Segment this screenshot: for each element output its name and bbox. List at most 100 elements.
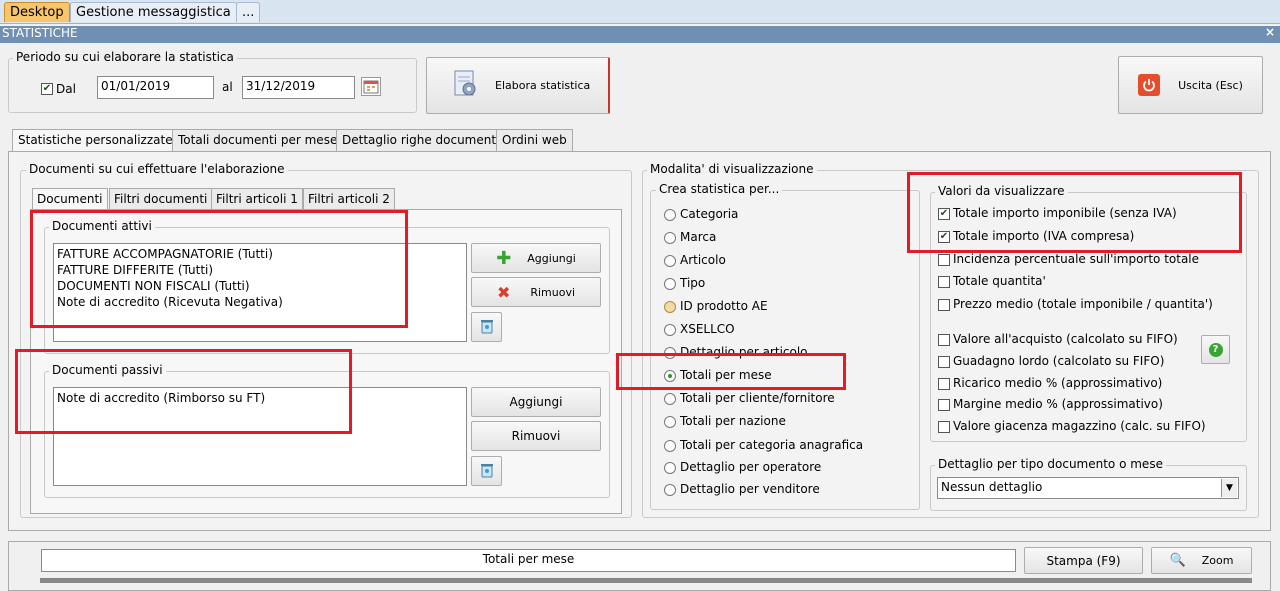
zoom-button[interactable]: 🔍 Zoom <box>1151 547 1252 574</box>
radio-label: Totali per categoria anagrafica <box>680 438 864 452</box>
main-tabs: Statistiche personalizzate Totali docume… <box>10 129 1272 153</box>
al-label: al <box>222 80 233 94</box>
calendar-icon[interactable] <box>361 77 381 96</box>
documenti-attivi-list[interactable]: FATTURE ACCOMPAGNATORIE (Tutti) FATTURE … <box>53 243 467 342</box>
dal-checkbox[interactable]: ✔ <box>41 83 53 95</box>
subtab-documenti[interactable]: Documenti <box>32 188 108 210</box>
checkbox-margine-medio[interactable] <box>938 399 950 411</box>
radio-label: Totali per cliente/fornitore <box>680 391 835 405</box>
subtab-filtri-documenti[interactable]: Filtri documenti <box>109 188 213 210</box>
checkbox-label: Totale importo (IVA compresa) <box>953 229 1135 243</box>
radio-label: Dettaglio per articolo <box>680 345 808 359</box>
checkbox-valore-acquisto[interactable] <box>938 334 950 346</box>
checkbox-label: Margine medio % (approssimativo) <box>953 397 1163 411</box>
attivi-trash-button[interactable] <box>471 312 502 342</box>
radio-label: ID prodotto AE <box>680 299 768 313</box>
modalita-legend: Modalita' di visualizzazione <box>647 162 817 176</box>
zoom-label: Zoom <box>1201 554 1234 567</box>
question-icon: ? <box>1208 342 1223 357</box>
window-title: STATISTICHE <box>2 26 78 40</box>
top-tab-bar: Desktop Gestione messaggistica ... <box>0 0 1280 24</box>
checkbox-label: Valore giacenza magazzino (calc. su FIFO… <box>953 419 1206 433</box>
radio-totali-per-nazione[interactable] <box>664 416 676 428</box>
uscita-label: Uscita (Esc) <box>1178 78 1243 92</box>
checkbox-incidenza-percentuale[interactable] <box>938 254 950 266</box>
attivi-aggiungi-button[interactable]: ✚ Aggiungi <box>471 243 601 273</box>
tab-statistiche-personalizzate[interactable]: Statistiche personalizzate <box>12 129 179 151</box>
stampa-label: Stampa (F9) <box>1046 553 1121 568</box>
radio-dettaglio-per-operatore[interactable] <box>664 462 676 474</box>
tab-dettaglio-righe-documenti[interactable]: Dettaglio righe documenti <box>336 129 506 151</box>
list-item[interactable]: Note di accredito (Ricevuta Negativa) <box>57 294 463 310</box>
radio-totali-per-cliente-fornitore[interactable] <box>664 393 676 405</box>
passivi-rimuovi-button[interactable]: Rimuovi <box>471 421 601 451</box>
radio-label: Totali per nazione <box>680 414 786 428</box>
x-icon: ✖ <box>496 282 511 302</box>
gear-document-icon <box>449 69 481 102</box>
stampa-button[interactable]: Stampa (F9) <box>1024 547 1143 574</box>
subtab-filtri-articoli-2[interactable]: Filtri articoli 2 <box>303 188 395 210</box>
radio-totali-per-categoria-anagrafica[interactable] <box>664 440 676 452</box>
attivi-aggiungi-label: Aggiungi <box>527 251 576 265</box>
radio-label: Marca <box>680 230 717 244</box>
help-button[interactable]: ? <box>1201 335 1230 364</box>
checkbox-ricarico-medio[interactable] <box>938 378 950 390</box>
radio-xsellco[interactable] <box>664 324 676 336</box>
uscita-button[interactable]: Uscita (Esc) <box>1118 56 1263 114</box>
radio-id-prodotto-ae[interactable] <box>664 301 676 313</box>
magnifier-icon: 🔍 <box>1169 553 1186 568</box>
dettaglio-select-value: Nessun dettaglio <box>941 480 1043 494</box>
radio-label: Dettaglio per operatore <box>680 460 822 474</box>
al-date-input[interactable]: 31/12/2019 <box>242 76 355 99</box>
documenti-passivi-legend: Documenti passivi <box>49 363 166 377</box>
tab-totali-documenti-per-mese[interactable]: Totali documenti per mese <box>172 129 344 151</box>
radio-label: Articolo <box>680 253 726 267</box>
dettaglio-select[interactable]: Nessun dettaglio ▼ <box>937 477 1239 499</box>
tab-more[interactable]: ... <box>236 2 261 22</box>
checkbox-label: Totale quantita' <box>953 274 1046 288</box>
checkbox-valore-giacenza[interactable] <box>938 421 950 433</box>
close-icon[interactable]: × <box>1265 25 1275 39</box>
list-item[interactable]: DOCUMENTI NON FISCALI (Tutti) <box>57 278 463 294</box>
checkbox-label: Guadagno lordo (calcolato su FIFO) <box>953 354 1165 368</box>
radio-totali-per-mese[interactable] <box>664 370 676 382</box>
checkbox-totale-imponibile[interactable]: ✔ <box>938 208 950 220</box>
checkbox-guadagno-lordo[interactable] <box>938 356 950 368</box>
tab-ordini-web[interactable]: Ordini web <box>496 129 573 151</box>
passivi-trash-button[interactable] <box>471 456 502 486</box>
radio-label: Tipo <box>680 276 706 290</box>
radio-marca[interactable] <box>664 232 676 244</box>
documenti-attivi-legend: Documenti attivi <box>49 219 155 233</box>
subtab-filtri-articoli-1[interactable]: Filtri articoli 1 <box>211 188 303 210</box>
docs-legend: Documenti su cui effettuare l'elaborazio… <box>26 162 288 176</box>
checkbox-totale-iva-compresa[interactable]: ✔ <box>938 231 950 243</box>
list-item[interactable]: FATTURE ACCOMPAGNATORIE (Tutti) <box>57 246 463 262</box>
radio-tipo[interactable] <box>664 278 676 290</box>
radio-dettaglio-per-venditore[interactable] <box>664 484 676 496</box>
tab-desktop[interactable]: Desktop <box>4 2 70 22</box>
dal-label: Dal <box>56 82 76 96</box>
checkbox-label: Prezzo medio (totale imponibile / quanti… <box>953 297 1213 311</box>
tab-gestione-messaggistica[interactable]: Gestione messaggistica <box>70 2 237 22</box>
dal-date-input[interactable]: 01/01/2019 <box>97 76 214 99</box>
passivi-rimuovi-label: Rimuovi <box>511 429 561 443</box>
passivi-aggiungi-button[interactable]: Aggiungi <box>471 387 601 417</box>
chevron-down-icon[interactable]: ▼ <box>1221 479 1237 497</box>
plus-icon: ✚ <box>496 247 512 269</box>
elabora-statistica-button[interactable]: Elabora statistica <box>426 57 610 114</box>
radio-dettaglio-per-articolo[interactable] <box>664 347 676 359</box>
documenti-passivi-list[interactable]: Note di accredito (Rimborso su FT) <box>53 387 467 486</box>
list-item[interactable]: Note di accredito (Rimborso su FT) <box>57 390 463 406</box>
checkbox-label: Incidenza percentuale sull'importo total… <box>953 252 1200 266</box>
radio-label: Totali per mese <box>680 368 772 382</box>
list-item[interactable]: FATTURE DIFFERITE (Tutti) <box>57 262 463 278</box>
checkbox-prezzo-medio[interactable] <box>938 299 950 311</box>
radio-articolo[interactable] <box>664 255 676 267</box>
radio-label: Categoria <box>680 207 739 221</box>
radio-categoria[interactable] <box>664 209 676 221</box>
radio-label: Dettaglio per venditore <box>680 482 820 496</box>
checkbox-label: Ricarico medio % (approssimativo) <box>953 376 1163 390</box>
attivi-rimuovi-button[interactable]: ✖ Rimuovi <box>471 277 601 307</box>
checkbox-totale-quantita[interactable] <box>938 276 950 288</box>
radio-label: XSELLCO <box>680 322 735 336</box>
